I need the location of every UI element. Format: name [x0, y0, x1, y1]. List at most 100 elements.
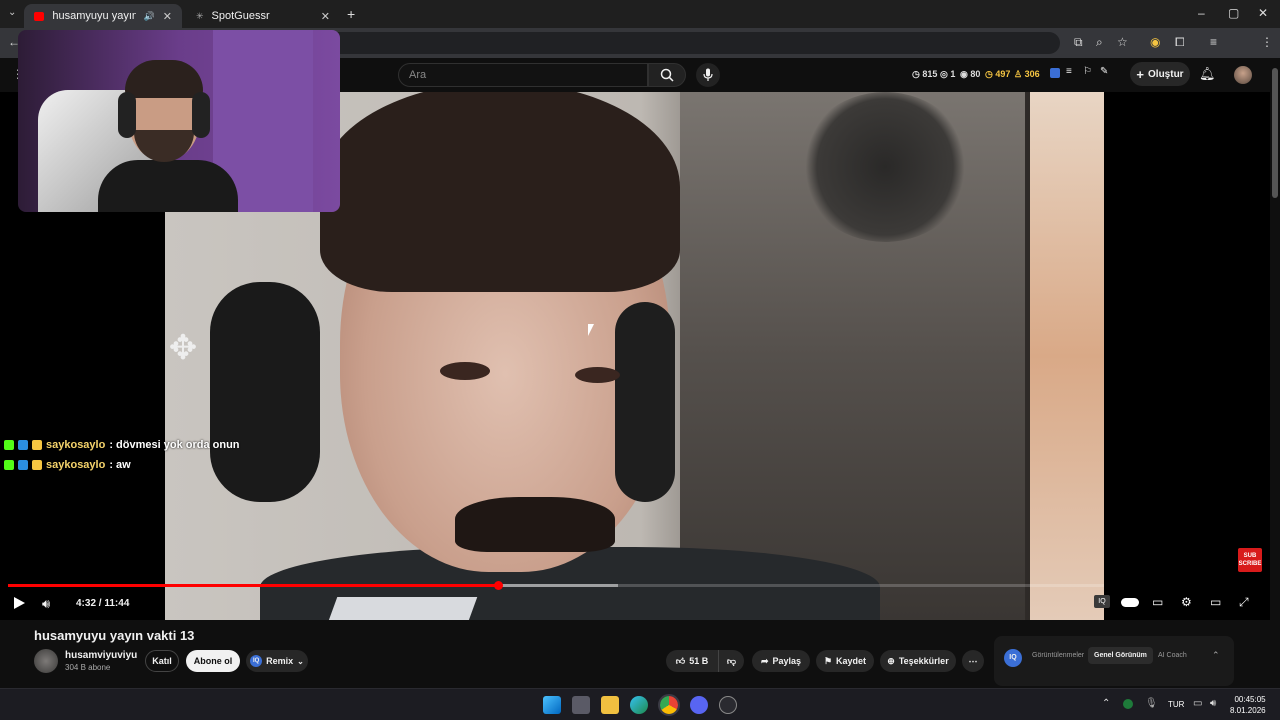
progress-played: [8, 584, 498, 587]
discord-icon[interactable]: [690, 696, 708, 714]
progress-bar[interactable]: [8, 581, 1104, 590]
stat-value: 497: [995, 69, 1011, 79]
close-tab-icon[interactable]: ✕: [321, 10, 330, 23]
move-arrows-icon[interactable]: ✥: [165, 328, 201, 368]
notifications-bell-icon[interactable]: 🔔︎: [1199, 66, 1216, 82]
thumbs-down-icon: 👎︎: [726, 655, 737, 666]
webcam-body: [98, 160, 238, 212]
obs-icon[interactable]: [719, 696, 737, 714]
cast-icon[interactable]: ⧉: [1074, 35, 1083, 50]
mouse-cursor-icon: [588, 324, 594, 336]
thanks-button[interactable]: ⊕ Teşekkürler: [880, 650, 956, 672]
tab-views[interactable]: Görüntülenmeler: [1032, 652, 1084, 659]
webcam-headphone-right: [192, 92, 210, 138]
subscribe-button[interactable]: Abone ol: [186, 650, 240, 672]
video-collar: [322, 597, 478, 620]
create-button[interactable]: + Oluştur: [1130, 62, 1190, 86]
subtitles-icon[interactable]: ▭: [1152, 595, 1163, 609]
share-arrow-icon: ➦: [760, 655, 769, 666]
task-view-icon[interactable]: [572, 696, 590, 714]
subscriber-count: 304 B abone: [65, 663, 111, 672]
media-control-icon[interactable]: ≡: [1210, 35, 1217, 49]
language-indicator[interactable]: TUR: [1168, 700, 1184, 709]
share-button[interactable]: ➦ Paylaş: [752, 650, 810, 672]
remix-button[interactable]: IQ Remix ⌄: [246, 650, 308, 672]
video-eye-right: [575, 367, 620, 383]
save-button[interactable]: ⚑ Kaydet: [816, 650, 874, 672]
zoom-icon[interactable]: ⌕: [1096, 35, 1103, 50]
tab-search-icon[interactable]: ⌄: [8, 7, 16, 18]
account-avatar[interactable]: [1234, 66, 1252, 84]
play-icon[interactable]: [12, 596, 26, 610]
voice-search-button[interactable]: [696, 63, 720, 87]
page-scrollbar[interactable]: [1270, 58, 1280, 688]
windows-taskbar: ⌃ 🎙︎ TUR ▭ 🔊︎ 00:45:05 8.01.2026: [0, 688, 1280, 720]
menu-kebab-icon[interactable]: ⋮: [1261, 35, 1273, 49]
bookmark-star-icon[interactable]: ☆: [1117, 35, 1128, 49]
like-count: 51 B: [689, 656, 709, 666]
more-actions-button[interactable]: ⋯: [962, 650, 984, 672]
join-button[interactable]: Katıl: [145, 650, 179, 672]
chrome-icon[interactable]: [658, 694, 680, 716]
chat-text: : aw: [109, 459, 131, 471]
volume-icon[interactable]: 🔊︎: [42, 596, 50, 612]
spotguessr-favicon-icon: ✳: [196, 10, 204, 21]
filter-icon[interactable]: ≡: [1066, 66, 1072, 77]
windows-start-icon[interactable]: [543, 696, 561, 714]
remix-label: Remix: [266, 656, 294, 666]
dislike-button[interactable]: 👎︎: [718, 650, 744, 672]
channel-avatar[interactable]: [34, 649, 58, 673]
extensions-puzzle-icon[interactable]: ⧠: [1175, 35, 1185, 50]
tab-overview[interactable]: Genel Görünüm: [1088, 647, 1153, 664]
clock-date: 8.01.2026: [1230, 706, 1266, 715]
clock-icon: ◷: [912, 69, 920, 79]
system-clock[interactable]: 00:45:05 8.01.2026: [1230, 694, 1266, 716]
fullscreen-icon[interactable]: ⤢: [1239, 595, 1249, 610]
channel-name[interactable]: husamviyuviyu: [65, 650, 137, 661]
tab-spotguessr[interactable]: ✳ SpotGuessr ✕: [186, 4, 340, 28]
views-icon: ◉: [960, 69, 968, 79]
person-icon: ♙: [1014, 69, 1023, 79]
close-window-button[interactable]: ✕: [1258, 6, 1268, 20]
thanks-label: Teşekkürler: [898, 656, 949, 666]
maximize-button[interactable]: ▢: [1228, 6, 1239, 20]
edit-icon[interactable]: ✎: [1100, 66, 1108, 77]
new-tab-button[interactable]: +: [347, 6, 355, 22]
chat-text: : dövmesi yok orda onun: [109, 439, 240, 451]
tray-chevron-up-icon[interactable]: ⌃: [1102, 698, 1110, 709]
speaker-icon[interactable]: 🔊: [144, 11, 155, 22]
vip-badge-icon: [32, 440, 42, 450]
iq-overlay-icon[interactable]: IQ: [1094, 595, 1110, 608]
minimize-button[interactable]: –: [1198, 6, 1205, 20]
tray-mic-icon[interactable]: 🎙︎: [1145, 698, 1158, 709]
webcam-overlay[interactable]: [18, 30, 340, 212]
chat-message: saykosaylo : aw: [4, 459, 131, 471]
autoplay-toggle[interactable]: [1121, 598, 1139, 607]
tab-ai-coach[interactable]: AI Coach: [1158, 652, 1187, 659]
iq-badge-icon: IQ: [250, 655, 263, 667]
theater-mode-icon[interactable]: ▭: [1210, 595, 1221, 609]
tray-app-icon[interactable]: [1123, 699, 1133, 709]
scrollbar-thumb[interactable]: [1272, 68, 1278, 198]
tab-youtube[interactable]: husamyuyu yayın vakti 13 - 🔊 ✕: [24, 4, 182, 28]
chevron-up-icon[interactable]: ⌃: [1212, 650, 1220, 661]
extension-icon[interactable]: ◉: [1150, 35, 1160, 49]
file-explorer-icon[interactable]: [601, 696, 619, 714]
network-icon[interactable]: ▭: [1193, 698, 1202, 709]
sub-badge-icon: [18, 440, 28, 450]
speaker-tray-icon[interactable]: 🔊︎: [1210, 698, 1216, 709]
close-tab-icon[interactable]: ✕: [163, 10, 172, 23]
video-mustache: [455, 497, 615, 552]
settings-gear-icon[interactable]: ⚙: [1181, 595, 1192, 609]
plus-icon: +: [1136, 66, 1145, 82]
edge-browser-icon[interactable]: [630, 696, 648, 714]
browser-tab-bar: ⌄ husamyuyu yayın vakti 13 - 🔊 ✕ ✳ SpotG…: [0, 0, 1280, 28]
chevron-down-icon: ⌄: [297, 656, 304, 666]
microphone-icon: [703, 68, 713, 81]
like-button[interactable]: 👍︎ 51 B: [666, 650, 718, 672]
extension-badge-icon[interactable]: [1050, 68, 1060, 78]
progress-scrubber[interactable]: [493, 581, 503, 590]
search-button[interactable]: [648, 63, 686, 87]
search-input[interactable]: Ara: [398, 63, 648, 87]
flag-icon[interactable]: ⚐: [1083, 66, 1092, 77]
